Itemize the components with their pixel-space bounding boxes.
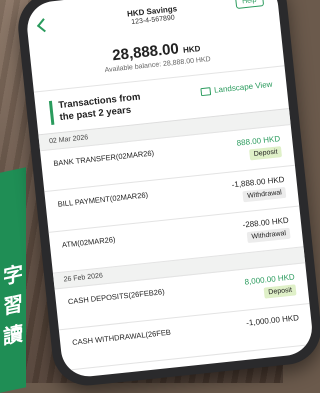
transaction-amount: 888.00 HKD [236,134,281,148]
transaction-description: CASH DEPOSITS(26FEB26) [67,287,166,307]
landscape-view-button[interactable]: Landscape View [200,79,273,96]
background-banner: 字 習 讀 [0,167,26,393]
app-screen: HKD Savings 123-4-567890 Help 28,888.00 … [24,0,315,380]
phone-frame: HKD Savings 123-4-567890 Help 28,888.00 … [14,0,320,389]
balance-currency: HKD [182,44,201,55]
transaction-amount: -1,000.00 HKD [245,313,300,328]
transaction-description: ATM(02MAR26) [61,234,116,250]
withdrawal-badge: Withdrawal [247,227,291,244]
deposit-badge: Deposit [249,146,283,161]
deposit-badge: Deposit [263,284,297,299]
banner-char: 習 [3,290,23,320]
landscape-icon [200,86,212,96]
withdrawal-badge: Withdrawal [242,186,287,203]
transactions-title: Transactions from the past 2 years [48,90,155,125]
transaction-description: BILL PAYMENT(02MAR26) [57,190,149,209]
transaction-description: CASH WITHDRAWAL(26FEB [71,327,172,347]
banner-char: 字 [3,260,23,290]
transaction-description: BANK TRANSFER(02MAR26) [52,148,155,168]
landscape-label: Landscape View [213,79,273,95]
banner-char: 讀 [3,320,23,350]
